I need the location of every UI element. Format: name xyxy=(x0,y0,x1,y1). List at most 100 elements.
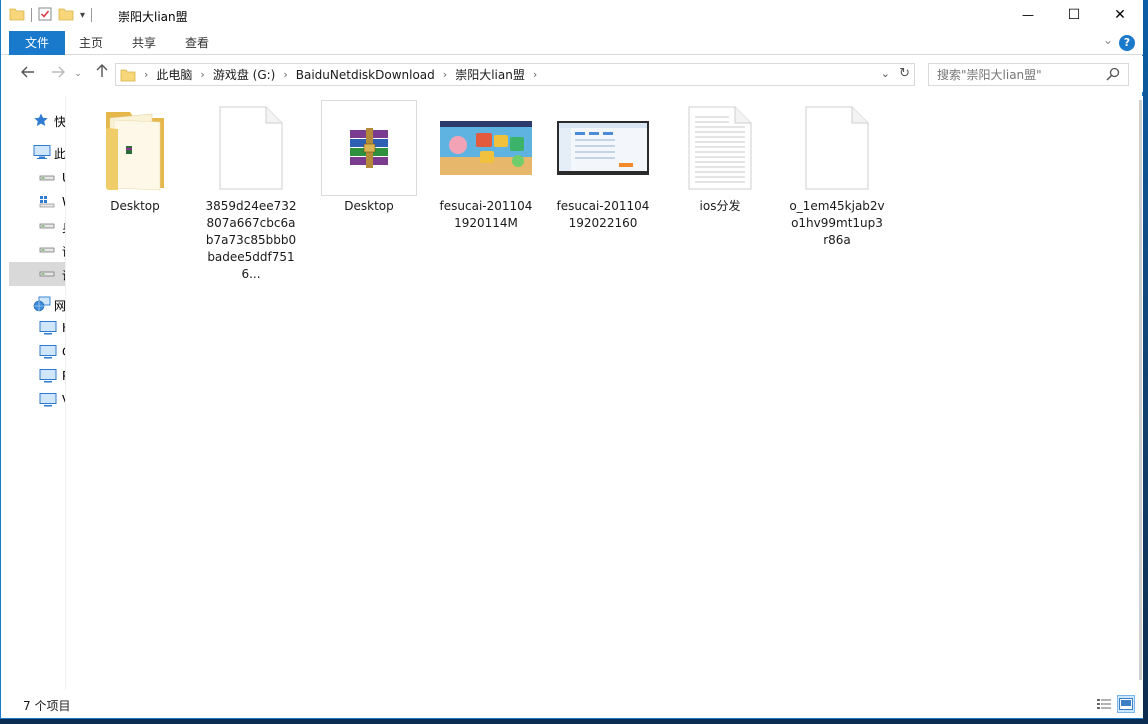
file-name: fesucai-2011041920114M xyxy=(439,199,533,230)
drive-icon xyxy=(39,218,57,234)
file-name: Desktop xyxy=(344,199,394,213)
search-box[interactable] xyxy=(928,63,1129,86)
file-item-image[interactable]: fesucai-201104192022160 xyxy=(555,100,651,270)
nav-quick-access[interactable]: 快 xyxy=(9,108,66,132)
computer-icon xyxy=(39,368,57,384)
nav-network-computer[interactable]: P xyxy=(9,364,65,388)
refresh-icon[interactable]: ↻ xyxy=(899,66,910,81)
title-bar[interactable]: ▾ 崇阳大lian盟 — ☐ ✕ xyxy=(1,0,1143,31)
breadcrumb-separator-icon[interactable]: › xyxy=(140,68,152,81)
drive-icon xyxy=(39,242,57,258)
maximize-button[interactable]: ☐ xyxy=(1051,0,1097,30)
address-history-chevron-icon[interactable]: ⌄ xyxy=(881,67,890,80)
file-item-archive[interactable]: Desktop xyxy=(321,100,417,270)
nav-drive[interactable]: 语 xyxy=(9,238,65,262)
help-icon[interactable]: ? xyxy=(1119,35,1135,51)
nav-network-computer[interactable]: V xyxy=(9,388,65,412)
breadcrumb-separator-icon[interactable]: › xyxy=(529,68,541,81)
nav-drive[interactable]: U xyxy=(9,166,65,190)
tab-share[interactable]: 共享 xyxy=(124,31,164,55)
up-button[interactable] xyxy=(91,64,113,84)
nav-network-computer[interactable]: C xyxy=(9,340,65,364)
nav-label: 快 xyxy=(54,115,66,129)
file-name: 3859d24ee732807a667cbc6ab7a73c85bbb0bade… xyxy=(205,199,297,281)
computer-icon xyxy=(39,320,57,336)
nav-label: W xyxy=(62,195,65,209)
nav-label: 网 xyxy=(54,299,66,313)
file-item-text[interactable]: ios分发 xyxy=(672,100,768,270)
nav-drive[interactable]: 身 xyxy=(9,214,65,238)
details-view-icon xyxy=(1097,699,1111,709)
nav-label: 说 xyxy=(62,267,65,284)
computer-icon xyxy=(39,344,57,360)
file-name: ios分发 xyxy=(699,199,741,213)
customize-toolbar-chevron-icon[interactable]: ▾ xyxy=(80,10,85,21)
folder-icon xyxy=(87,100,183,196)
drive-icon xyxy=(39,266,57,282)
nav-label: 语 xyxy=(62,243,65,260)
breadcrumb-this-pc[interactable]: 此电脑 xyxy=(152,66,196,83)
computer-icon xyxy=(39,392,57,408)
blank-file-icon xyxy=(203,100,299,196)
tab-home[interactable]: 主页 xyxy=(71,31,111,55)
file-item-blank[interactable]: o_1em45kjab2vo1hv99mt1up3r86a xyxy=(789,100,885,270)
properties-icon[interactable] xyxy=(38,6,52,24)
back-button[interactable] xyxy=(17,64,39,84)
desktop-background xyxy=(1143,0,1148,724)
arrow-right-icon xyxy=(52,66,65,78)
large-icons-view-button[interactable] xyxy=(1117,695,1135,713)
breadcrumb-game-drive[interactable]: 游戏盘 (G:) xyxy=(209,66,280,83)
blank-file-icon xyxy=(789,100,885,196)
folder-icon xyxy=(9,7,25,24)
navigation-pane: 快 此 U W 身 xyxy=(9,96,66,690)
file-item-image[interactable]: fesucai-2011041920114M xyxy=(438,100,534,270)
breadcrumb-separator-icon[interactable]: › xyxy=(196,68,208,81)
windows-drive-icon xyxy=(39,194,57,210)
toolbar-separator xyxy=(91,8,93,22)
tab-file[interactable]: 文件 xyxy=(9,31,65,55)
nav-this-pc[interactable]: 此 xyxy=(9,140,66,164)
nav-label: 身 xyxy=(62,219,65,236)
recent-locations-chevron-icon[interactable]: ⌄ xyxy=(71,64,85,84)
view-toggle xyxy=(1095,695,1135,713)
large-icons-view-icon xyxy=(1119,698,1133,710)
status-bar: 7 个项目 xyxy=(1,690,1143,718)
breadcrumb-separator-icon[interactable]: › xyxy=(439,68,451,81)
breadcrumb-baidunetdisk[interactable]: BaiduNetdiskDownload xyxy=(292,68,439,82)
nav-drive-selected[interactable]: 说 xyxy=(9,262,65,286)
expand-ribbon-chevron-icon[interactable]: ⌄ xyxy=(1103,33,1113,47)
nav-windows-drive[interactable]: W xyxy=(9,190,65,214)
file-name: o_1em45kjab2vo1hv99mt1up3r86a xyxy=(789,199,885,247)
search-icon[interactable] xyxy=(1106,67,1120,84)
quick-access-toolbar: ▾ xyxy=(9,6,93,24)
nav-label: H xyxy=(62,321,65,335)
tab-view[interactable]: 查看 xyxy=(177,31,217,55)
file-item-blank[interactable]: 3859d24ee732807a667cbc6ab7a73c85bbb0bade… xyxy=(203,100,299,281)
window-controls: — ☐ ✕ xyxy=(1005,0,1143,30)
file-name: Desktop xyxy=(110,199,160,213)
file-list: Desktop 3859d24ee732807a667cbc6ab7a73c85… xyxy=(67,96,1137,690)
details-view-button[interactable] xyxy=(1095,695,1113,713)
file-item-folder[interactable]: Desktop xyxy=(87,100,183,270)
winrar-archive-icon xyxy=(321,100,417,196)
nav-label: P xyxy=(62,369,65,383)
scrollbar-thumb[interactable] xyxy=(1139,100,1142,680)
file-name: fesucai-201104192022160 xyxy=(556,199,650,230)
nav-label: U xyxy=(62,171,65,185)
forward-button[interactable] xyxy=(47,64,69,84)
nav-label: V xyxy=(62,393,65,407)
close-button[interactable]: ✕ xyxy=(1097,0,1143,30)
new-folder-icon[interactable] xyxy=(58,7,74,24)
search-input[interactable] xyxy=(937,64,1097,85)
breadcrumb-current-folder[interactable]: 崇阳大lian盟 xyxy=(451,66,529,83)
folder-icon xyxy=(116,68,140,82)
address-bar[interactable]: › 此电脑 › 游戏盘 (G:) › BaiduNetdiskDownload … xyxy=(115,63,915,86)
nav-network[interactable]: 网 xyxy=(9,292,66,316)
breadcrumb-separator-icon[interactable]: › xyxy=(279,68,291,81)
nav-label: 此 xyxy=(54,147,66,161)
app-screenshot-thumbnail xyxy=(555,100,651,196)
text-file-icon xyxy=(672,100,768,196)
arrow-up-icon xyxy=(96,64,108,77)
minimize-button[interactable]: — xyxy=(1005,0,1051,30)
nav-network-computer[interactable]: H xyxy=(9,316,65,340)
